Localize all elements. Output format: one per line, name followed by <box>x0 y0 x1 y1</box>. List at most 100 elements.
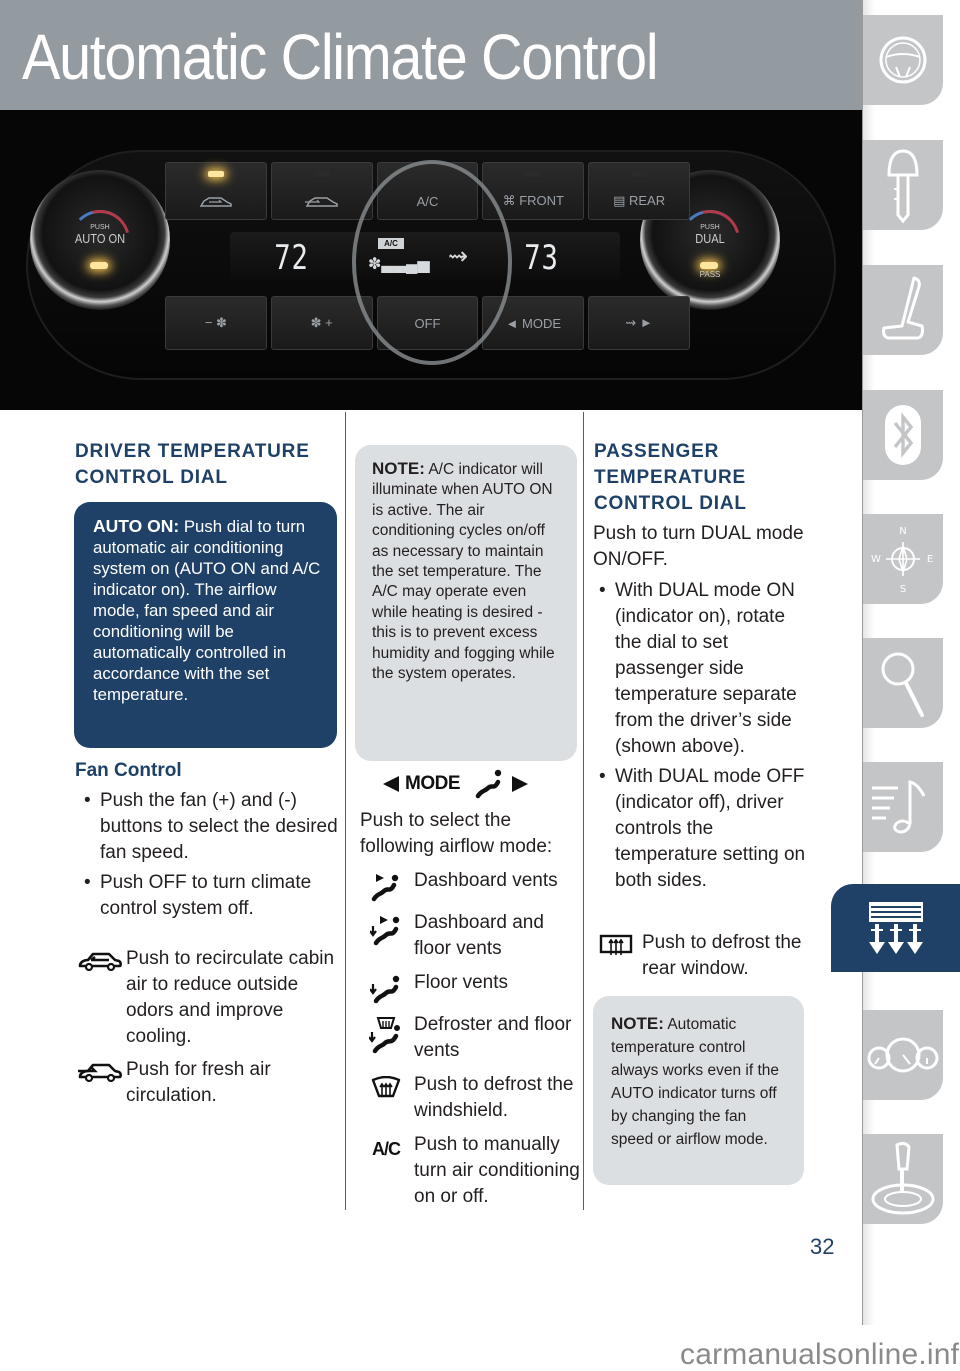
windshield-defrost-icon <box>358 1072 414 1100</box>
svg-text:E: E <box>927 554 933 565</box>
floor-vents-icon <box>358 970 414 1004</box>
tab-shifter[interactable] <box>863 1134 943 1224</box>
panel-top-buttons: A/C ⌘ FRONT ▤ REAR <box>165 162 690 220</box>
page-title: Automatic Climate Control <box>22 21 659 93</box>
auto-temp-note: NOTE: Automatic temperature control alwa… <box>593 996 804 1185</box>
note-lead: NOTE: <box>611 1014 664 1033</box>
driver-temperature-dial: PUSH AUTO ON <box>30 170 170 310</box>
panel-mode-forward-button: ⇝ ► <box>588 296 690 350</box>
tab-key[interactable] <box>863 140 943 230</box>
recirculate-text: Push to recirculate cabin air to reduce … <box>126 948 335 1047</box>
dashboard-vents-icon <box>358 868 414 902</box>
note-text: A/C indicator will illuminate when AUTO … <box>372 461 555 683</box>
airflow-mode-indicator: ⇝ <box>448 243 469 270</box>
tab-gauges[interactable] <box>863 1010 943 1100</box>
list-item: Floor vents <box>358 970 583 1004</box>
defroster-floor-vents-icon <box>358 1012 414 1054</box>
tab-steering[interactable] <box>863 15 943 105</box>
mode-intro: Push to select the following airflow mod… <box>360 810 553 857</box>
panel-fan-down-button: − ✽ <box>165 296 267 350</box>
climate-display: 72 A/C ✽▃▃▄▅ ⇝ 73 <box>230 232 620 280</box>
auto-on-callout: AUTO ON: Push dial to turn automatic air… <box>74 502 337 748</box>
tab-seat[interactable] <box>863 265 943 355</box>
tab-audio[interactable] <box>863 762 943 852</box>
fresh-air-text: Push for fresh air circulation. <box>126 1059 271 1106</box>
recirculate-icon <box>199 197 232 207</box>
list-item: With DUAL mode ON (indicator on), rotate… <box>593 578 813 760</box>
key-icon <box>887 149 919 224</box>
rear-defrost-label: ▤ REAR <box>613 193 666 208</box>
front-defrost-label: ⌘ FRONT <box>502 193 564 208</box>
auto-on-text: Push dial to turn automatic air conditio… <box>93 517 321 704</box>
steering-wheel-icon <box>879 36 927 84</box>
panel-bottom-buttons: − ✽ ✽ + OFF ◄ MODE ⇝ ► <box>165 296 690 350</box>
rear-defrost-row: Push to defrost the rear window. <box>590 930 815 982</box>
tab-search[interactable] <box>863 638 943 728</box>
airflow-mode-icon <box>475 769 502 799</box>
panel-fresh-air-button <box>270 162 373 220</box>
mode-button-legend: MODE <box>381 768 530 800</box>
airflow-mode-list: Dashboard vents Dashboard and floor vent… <box>358 868 583 1218</box>
page-number: 32 <box>810 1234 835 1259</box>
dual-indicator-led <box>700 262 718 269</box>
passenger-dial-heading: PASSENGER TEMPERATURE CONTROL DIAL <box>594 441 747 514</box>
driver-dial-heading: DRIVER TEMPERATURE CONTROL DIAL <box>75 441 310 488</box>
tab-bluetooth[interactable] <box>863 390 943 480</box>
audio-icon <box>872 780 926 834</box>
seat-icon <box>882 276 924 340</box>
fan-control-heading: Fan Control <box>75 760 182 781</box>
auto-indicator-led <box>90 262 108 269</box>
note-lead: NOTE: <box>372 459 425 478</box>
fan-control-list: Push the fan (+) and (-) buttons to sele… <box>78 788 343 926</box>
passenger-temp-readout: 73 <box>524 238 559 278</box>
list-item: Push OFF to turn climate control system … <box>78 870 343 922</box>
mode-text: Defroster and floor vents <box>414 1014 572 1061</box>
panel-front-defrost-button: ⌘ FRONT <box>482 162 585 220</box>
fresh-air-icon <box>74 1057 126 1083</box>
gauges-icon <box>867 1037 939 1073</box>
svg-text:N: N <box>899 526 906 537</box>
recirculate-icon <box>74 946 126 972</box>
climate-icon <box>868 902 923 954</box>
shifter-icon <box>871 1141 935 1215</box>
dashboard-floor-vents-icon <box>358 910 414 946</box>
note-text: Automatic temperature control always wor… <box>611 1016 779 1148</box>
tab-navigation[interactable]: N W E S <box>863 514 943 604</box>
arrow-left-icon <box>383 776 399 792</box>
tab-climate[interactable] <box>831 884 960 972</box>
ac-indicator: A/C <box>378 238 404 249</box>
list-item: Push the fan (+) and (-) buttons to sele… <box>78 788 343 866</box>
panel-recirculate-button <box>165 162 267 220</box>
ac-label: A/C <box>416 194 439 209</box>
dual-label: DUAL <box>695 231 725 246</box>
recirculate-row: Push to recirculate cabin air to reduce … <box>74 946 344 1050</box>
driver-temp-readout: 72 <box>274 238 309 278</box>
mode-label: MODE <box>405 773 461 794</box>
ac-note: NOTE: A/C indicator will illuminate when… <box>355 445 577 761</box>
panel-ac-button: A/C <box>376 162 479 220</box>
climate-panel-photo: PUSH AUTO ON PUSH DUAL PASS A/C ⌘ FRONT <box>0 110 862 410</box>
mode-text: Push to defrost the windshield. <box>414 1074 574 1121</box>
fresh-air-icon <box>304 197 338 207</box>
magnifier-icon <box>881 652 924 717</box>
pass-label: PASS <box>699 270 721 279</box>
dual-mode-intro: Push to turn DUAL mode ON/OFF. <box>593 523 804 570</box>
svg-text:W: W <box>871 554 881 565</box>
page-header: Automatic Climate Control <box>0 0 862 110</box>
mode-text: Push to manually turn air conditioning o… <box>414 1134 580 1207</box>
panel-off-button: OFF <box>376 296 479 350</box>
mode-text: Dashboard and floor vents <box>414 912 544 959</box>
column-divider <box>345 412 346 1210</box>
ac-icon: A/C <box>372 1139 401 1159</box>
list-item: Defroster and floor vents <box>358 1012 583 1064</box>
list-item: A/C Push to manually turn air conditioni… <box>358 1132 583 1210</box>
list-item: Push to defrost the windshield. <box>358 1072 583 1124</box>
panel-rear-defrost-button: ▤ REAR <box>588 162 690 220</box>
dual-mode-list: With DUAL mode ON (indicator on), rotate… <box>593 578 813 898</box>
list-item: Dashboard vents <box>358 868 583 902</box>
auto-on-label: AUTO ON <box>74 231 126 246</box>
svg-text:S: S <box>900 584 906 595</box>
fresh-air-row: Push for fresh air circulation. <box>74 1057 344 1109</box>
mode-text: Floor vents <box>414 972 508 993</box>
watermark: carmanualsonline.info <box>680 1338 960 1371</box>
